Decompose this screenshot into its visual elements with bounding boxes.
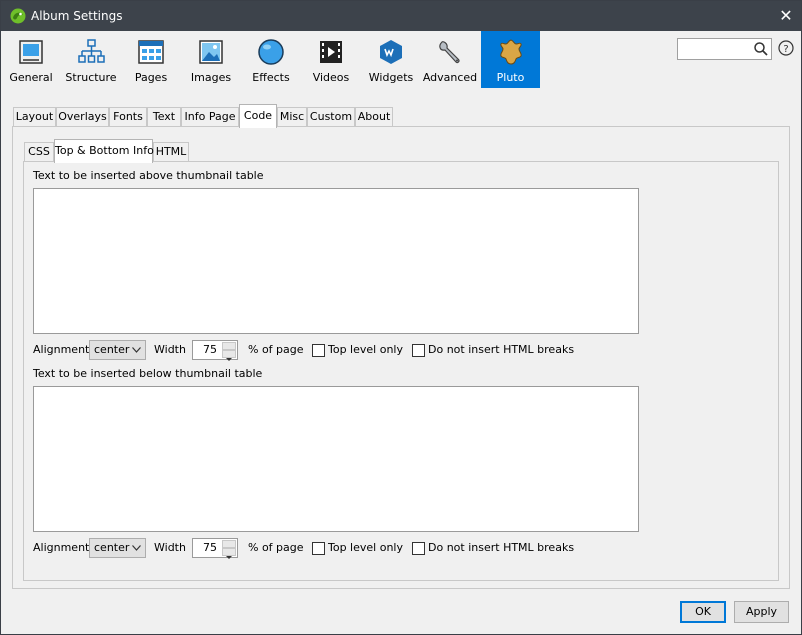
- effects-icon: [258, 39, 284, 65]
- chevron-down-icon: [132, 545, 141, 551]
- above-top-level-label: Top level only: [328, 343, 403, 356]
- pages-icon: [138, 40, 164, 64]
- above-top-level-checkbox[interactable]: [312, 344, 325, 357]
- below-width-value: 75: [203, 541, 217, 554]
- search-icon: [754, 42, 768, 56]
- toolbar-label: Images: [190, 71, 232, 84]
- toolbar-label: Pluto: [496, 71, 525, 84]
- tab-text[interactable]: Text: [147, 107, 181, 127]
- toolbar-videos[interactable]: Videos: [304, 31, 358, 88]
- stepper-down-button[interactable]: [222, 548, 236, 559]
- above-heading: Text to be inserted above thumbnail tabl…: [33, 169, 264, 182]
- sub-tab-strip: CSS Top & Bottom Info HTML: [24, 139, 324, 163]
- above-no-breaks-label: Do not insert HTML breaks: [428, 343, 575, 356]
- window-title: Album Settings: [31, 9, 123, 23]
- below-width-label: Width: [154, 541, 186, 554]
- toolbar-general[interactable]: General: [4, 31, 58, 88]
- above-alignment-value: center: [94, 343, 130, 356]
- stepper-buttons: [222, 342, 236, 361]
- tab-code[interactable]: Code: [239, 104, 277, 128]
- above-width-value: 75: [203, 343, 217, 356]
- toolbar-label: Videos: [312, 71, 350, 84]
- toolbar-effects[interactable]: Effects: [243, 31, 299, 88]
- videos-icon: [320, 41, 342, 63]
- close-icon[interactable]: ✕: [771, 1, 801, 31]
- below-no-breaks-label: Do not insert HTML breaks: [428, 541, 575, 554]
- general-icon: [19, 40, 43, 64]
- below-no-breaks-checkbox[interactable]: [412, 542, 425, 555]
- title-bar: Album Settings ✕: [1, 1, 801, 31]
- above-percent-label: % of page: [248, 343, 304, 356]
- above-text-area[interactable]: [33, 188, 639, 334]
- svg-text:?: ?: [783, 44, 788, 55]
- below-width-stepper[interactable]: 75: [192, 538, 238, 559]
- below-alignment-select[interactable]: center: [89, 538, 146, 558]
- help-icon[interactable]: ?: [778, 40, 794, 56]
- toolbar-label: Advanced: [422, 71, 478, 84]
- toolbar-label: Effects: [252, 71, 290, 84]
- above-alignment-select[interactable]: center: [89, 340, 146, 360]
- pluto-icon: [499, 39, 522, 65]
- tab-css[interactable]: CSS: [24, 142, 54, 162]
- above-alignment-label: Alignment: [33, 343, 90, 356]
- below-alignment-value: center: [94, 541, 130, 554]
- stepper-down-button[interactable]: [222, 350, 236, 361]
- main-tab-strip: Layout Overlays Fonts Text Info Page Cod…: [13, 104, 793, 128]
- images-icon: [199, 40, 223, 64]
- below-text-area[interactable]: [33, 386, 639, 532]
- toolbar-pages[interactable]: Pages: [124, 31, 178, 88]
- widgets-icon: [380, 40, 402, 64]
- stepper-buttons: [222, 540, 236, 559]
- tab-misc[interactable]: Misc: [277, 107, 307, 127]
- ok-button[interactable]: OK: [680, 601, 726, 623]
- tab-fonts[interactable]: Fonts: [109, 107, 147, 127]
- stepper-up-button[interactable]: [222, 342, 236, 354]
- toolbar-label: Widgets: [368, 71, 414, 84]
- below-top-level-label: Top level only: [328, 541, 403, 554]
- chevron-down-icon: [226, 556, 232, 559]
- structure-icon: [78, 39, 105, 63]
- above-no-breaks-checkbox[interactable]: [412, 344, 425, 357]
- toolbar-structure[interactable]: Structure: [62, 31, 120, 88]
- tab-layout[interactable]: Layout: [13, 107, 56, 127]
- toolbar-label: Structure: [65, 71, 117, 84]
- toolbar-label: Pages: [134, 71, 168, 84]
- tab-html[interactable]: HTML: [153, 142, 189, 162]
- stepper-up-button[interactable]: [222, 540, 236, 552]
- toolbar-advanced[interactable]: Advanced: [422, 31, 478, 88]
- below-alignment-label: Alignment: [33, 541, 90, 554]
- apply-button[interactable]: Apply: [734, 601, 789, 623]
- above-width-label: Width: [154, 343, 186, 356]
- below-percent-label: % of page: [248, 541, 304, 554]
- toolbar-widgets[interactable]: Widgets: [363, 31, 419, 88]
- tab-custom[interactable]: Custom: [307, 107, 355, 127]
- tab-overlays[interactable]: Overlays: [56, 107, 109, 127]
- toolbar-label: General: [9, 71, 53, 84]
- tab-info-page[interactable]: Info Page: [181, 107, 239, 127]
- above-width-stepper[interactable]: 75: [192, 340, 238, 361]
- album-settings-window: Album Settings ✕ General Structure Pages…: [0, 0, 802, 635]
- toolbar-pluto[interactable]: Pluto: [481, 31, 540, 88]
- wrench-icon: [439, 41, 460, 64]
- chameleon-app-icon: [10, 8, 26, 24]
- chevron-down-icon: [132, 347, 141, 353]
- toolbar-images[interactable]: Images: [183, 31, 239, 88]
- below-top-level-checkbox[interactable]: [312, 542, 325, 555]
- chevron-down-icon: [226, 358, 232, 361]
- tab-top-bottom-info[interactable]: Top & Bottom Info: [54, 139, 154, 163]
- below-heading: Text to be inserted below thumbnail tabl…: [33, 367, 263, 380]
- tab-about[interactable]: About: [355, 107, 393, 127]
